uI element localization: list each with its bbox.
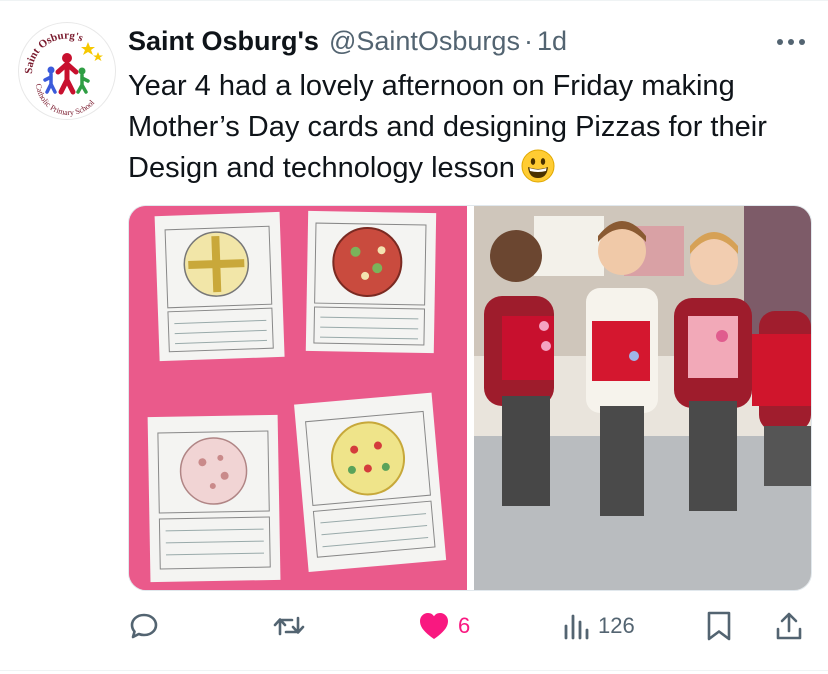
views-count: 126 — [598, 613, 635, 638]
tweet-text-container: Year 4 had a lovely afternoon on Friday … — [128, 66, 808, 189]
share-button[interactable] — [774, 604, 804, 648]
tweet-text: Year 4 had a lovely afternoon on Friday … — [128, 70, 767, 184]
pizza-design-worksheets-photo[interactable] — [129, 206, 467, 590]
svg-text:Saint Osburg's: Saint Osburg's — [23, 30, 85, 75]
reply-icon — [130, 613, 158, 639]
more-options-button[interactable] — [772, 28, 810, 56]
views-button[interactable]: 126 — [562, 604, 635, 648]
repost-button[interactable] — [272, 604, 306, 648]
tweet-header: Saint Osburg's @SaintOsburgs · 1d — [128, 26, 567, 60]
heart-icon — [420, 613, 448, 639]
bookmark-button[interactable] — [705, 604, 733, 648]
share-icon — [776, 612, 802, 640]
pupils-holding-mothers-day-cards-photo[interactable] — [474, 206, 811, 590]
views-icon — [564, 614, 589, 640]
logo-top-text: Saint Osburg's — [23, 30, 85, 75]
avatar[interactable]: Saint Osburg's Catholic Primary School — [18, 22, 116, 120]
timestamp[interactable]: 1d — [537, 26, 567, 57]
bookmark-icon — [707, 611, 731, 641]
tweet-media[interactable] — [128, 205, 812, 591]
like-button[interactable]: 6 — [418, 604, 470, 648]
tweet-actions: 6 126 — [128, 604, 810, 648]
like-count: 6 — [458, 613, 471, 638]
repost-icon — [273, 616, 305, 636]
top-divider — [0, 0, 828, 1]
reply-button[interactable] — [128, 604, 160, 648]
author-name[interactable]: Saint Osburg's — [128, 26, 319, 57]
more-icon — [777, 39, 805, 45]
author-handle[interactable]: @SaintOsburgs — [329, 26, 520, 57]
bottom-divider — [0, 670, 828, 671]
grinning-face-emoji — [521, 149, 555, 183]
school-logo: Saint Osburg's Catholic Primary School — [23, 30, 103, 117]
separator-dot: · — [523, 26, 533, 56]
